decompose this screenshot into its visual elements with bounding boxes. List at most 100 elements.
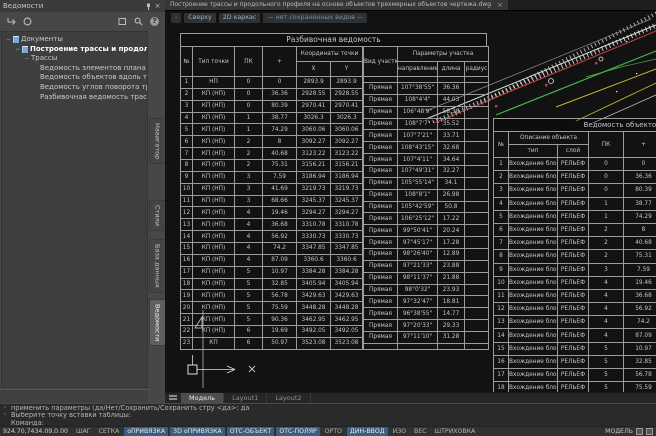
side-tab-Навигатор[interactable]: Навигатор (149, 118, 165, 164)
table-cell: 3186.94 (297, 171, 331, 183)
refresh-circle-icon[interactable] (23, 17, 32, 26)
table-cell: 3294.27 (297, 207, 331, 219)
viewport-control[interactable]: — нет сохраненных видов — (263, 13, 367, 23)
table-cell: 10 (494, 276, 509, 289)
table-cell (465, 248, 489, 260)
frame-icon[interactable] (118, 17, 127, 26)
table-cell: 4 (181, 112, 193, 124)
document-close-icon[interactable]: × (497, 0, 503, 10)
table-cell: 3384.28 (331, 266, 363, 278)
status-toggle-ШТРИХОВКА[interactable]: ШТРИХОВКА (432, 427, 479, 436)
segment-row: Прямая106°48'9"58.38 (364, 106, 489, 118)
status-toggle-ВЕС[interactable]: ВЕС (411, 427, 429, 436)
table-cell: 2970.41 (331, 100, 363, 112)
tree-item[interactable]: Ведомость углов поворота трассы (4, 83, 147, 93)
table-cell: 2 (494, 171, 509, 184)
table-cell: 3429.63 (331, 290, 363, 302)
table-cell (465, 130, 489, 142)
layout-tab-Модель[interactable]: Модель (181, 393, 224, 403)
table-cell: Вхождение блока (509, 369, 558, 382)
table-row: 9КП (НП)37.593186.943186.94 (181, 171, 363, 183)
side-tab-База данных[interactable]: База данных (149, 239, 165, 293)
table-cell: РЕЛЬЕФ (558, 237, 589, 250)
settings-icon[interactable] (646, 428, 653, 435)
side-tab-Стили[interactable]: Стили (149, 200, 165, 231)
table-cell: 3462.95 (331, 314, 363, 326)
table-cell: КП (НП) (193, 326, 235, 338)
status-toggle-ШАГ[interactable]: ШАГ (73, 427, 94, 436)
drawing-canvas[interactable]: -Сверху 2D каркас— нет сохраненных видов … (165, 11, 656, 392)
viewport-control[interactable]: 2D каркас (219, 13, 261, 23)
table-row: 4Вхождение блокаРЕЛЬЕФ138.77 (494, 197, 656, 210)
help-icon[interactable]: ? (150, 17, 159, 26)
table-row: 16КП (НП)487.093360.63360.6 (181, 254, 363, 266)
tree-expander-icon[interactable]: − (24, 54, 29, 64)
segment-row: Прямая99°50'41"20.24 (364, 225, 489, 237)
status-toggle-ИЗО[interactable]: ИЗО (390, 427, 409, 436)
close-panel-icon[interactable]: × (153, 2, 162, 11)
search-icon[interactable] (134, 17, 143, 26)
document-tab[interactable]: Построение трассы и продольного профиля … (165, 0, 508, 10)
table-cell: 0 (589, 171, 624, 184)
segment-row: Прямая108°7'7"35.52 (364, 118, 489, 130)
table-cell: 1 (589, 197, 624, 210)
document-icon (22, 46, 28, 53)
tree-item[interactable]: −Документы (4, 35, 147, 45)
status-toggle-оПРИВЯЗКА[interactable]: оПРИВЯЗКА (124, 427, 168, 436)
layout-tab-Layout1[interactable]: Layout1 (224, 393, 267, 403)
pin-icon[interactable] (144, 2, 153, 11)
table-cell: 34.64 (438, 154, 465, 166)
table-row: 8Вхождение блокаРЕЛЬЕФ275.31 (494, 250, 656, 263)
table-cell: 107°7'21" (398, 130, 438, 142)
table-cell: 3347.85 (297, 243, 331, 255)
command-window[interactable]: ‹‹ применить параметры (да/Нет/Сохранить… (0, 403, 656, 426)
tree-expander-icon[interactable]: − (15, 45, 20, 55)
command-prompt[interactable]: Команда: (11, 420, 654, 427)
table-cell: 50.8 (438, 201, 465, 213)
tree-item[interactable]: Ведомость объектов вдоль трассы (4, 73, 147, 83)
table-cell: Прямая (364, 272, 398, 284)
table-cell: РЕЛЬЕФ (558, 223, 589, 236)
table-cell: Вхождение блока (509, 197, 558, 210)
status-toggle-ОТС-ОБЪЕКТ[interactable]: ОТС-ОБЪЕКТ (227, 427, 275, 436)
table-cell: 3448.28 (331, 302, 363, 314)
tree-item[interactable]: Разбивочная ведомость трассы (4, 93, 147, 103)
tree-item[interactable]: −Трассы (4, 54, 147, 64)
viewport-control[interactable]: Сверху (184, 13, 215, 23)
status-toggle-ОТС-ПОЛЯР[interactable]: ОТС-ПОЛЯР (276, 427, 319, 436)
layout-table-segments: Вид участка Параметры участка направлени… (363, 46, 489, 350)
table-cell: 75.59 (263, 302, 297, 314)
table-cell: 5 (589, 342, 624, 355)
layout-list-icon[interactable] (165, 393, 181, 403)
back-arrow-icon[interactable] (7, 17, 16, 26)
status-toggle-ДИН-ВВОД[interactable]: ДИН-ВВОД (347, 427, 388, 436)
layout-tab-Layout2[interactable]: Layout2 (267, 393, 310, 403)
viewport-control[interactable]: - (171, 13, 181, 23)
table-cell: 41.69 (263, 183, 297, 195)
table-cell: 3060.06 (297, 124, 331, 136)
table-cell: 107°49'31" (398, 165, 438, 177)
status-toggle-ОРТО[interactable]: ОРТО (322, 427, 345, 436)
workspace-icon[interactable] (636, 428, 643, 435)
table-cell: 16 (494, 355, 509, 368)
application-window: Ведомости × ? (0, 0, 656, 436)
model-space-label[interactable]: МОДЕЛЬ (605, 428, 633, 435)
table-cell: 97°32'47" (398, 296, 438, 308)
table-row: 6КП (НП)283092.273092.27 (181, 136, 363, 148)
status-toggle-3D оПРИВЯЗКА[interactable]: 3D оПРИВЯЗКА (170, 427, 225, 436)
table-row: 16Вхождение блокаРЕЛЬЕФ532.85 (494, 355, 656, 368)
status-right-group: МОДЕЛЬ (605, 428, 653, 435)
status-toggle-СЕТКА[interactable]: СЕТКА (96, 427, 123, 436)
table-cell: 18 (181, 278, 193, 290)
side-tab-Ведомости[interactable]: Ведомости (149, 299, 165, 346)
tree-item[interactable]: −Построение трассы и продольного про... (4, 45, 147, 55)
layout-tabbar: МодельLayout1Layout2 (165, 392, 656, 403)
panel-bottom-strip (0, 389, 148, 403)
table-cell: Прямая (364, 225, 398, 237)
segment-row: Прямая106°25'12"17.22 (364, 213, 489, 225)
tree-expander-icon[interactable]: − (6, 35, 11, 45)
table-cell: Прямая (364, 260, 398, 272)
table-cell (465, 296, 489, 308)
tree-item[interactable]: Ведомость элементов плана трассы (4, 64, 147, 74)
table-cell: 2 (589, 250, 624, 263)
